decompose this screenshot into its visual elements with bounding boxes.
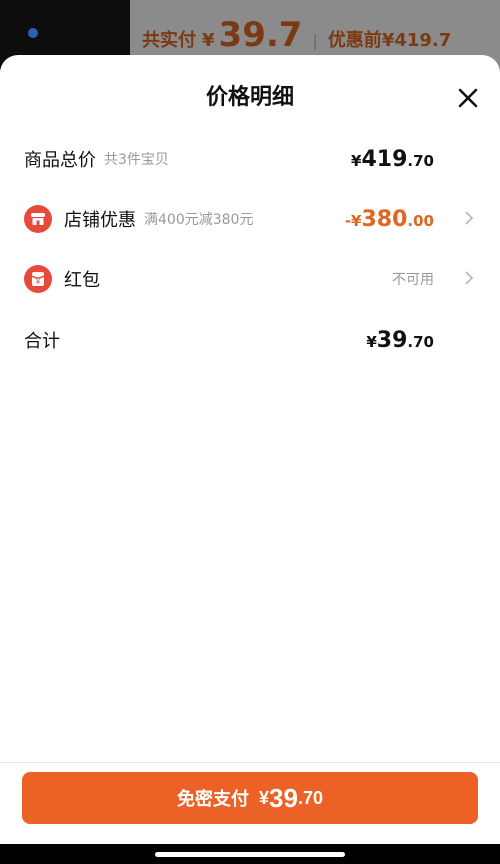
store-discount-hint: 满400元减380元 (144, 212, 254, 228)
pay-button[interactable]: 免密支付 ¥ 39 .70 (22, 772, 478, 824)
store-discount-icon (24, 205, 52, 233)
price-detail-sheet: 价格明细 商品总价 共3件宝贝 ¥ 419 .70 店铺优惠 满400元减380… (0, 55, 500, 864)
background-price-summary: 共实付 ¥ 39.7 | 优惠前 ¥419.7 (142, 18, 451, 58)
row-store-discount[interactable]: 店铺优惠 满400元减380元 -¥ 380 .00 (24, 204, 476, 234)
close-icon (458, 88, 478, 108)
price-decimal: .00 (407, 211, 434, 230)
price-currency: -¥ (344, 211, 362, 230)
price-decimal: .70 (407, 332, 434, 351)
before-discount-label: 优惠前 (327, 30, 382, 51)
chevron-right-icon (465, 271, 474, 285)
pay-decimal: .70 (297, 787, 323, 808)
price-integer: 380 (361, 206, 408, 232)
price-integer: 419 (361, 146, 408, 172)
svg-text:¥: ¥ (36, 278, 41, 286)
price-currency: ¥ (366, 332, 377, 351)
before-discount-amount: ¥419.7 (381, 30, 452, 51)
sum-price: ¥ 39 .70 (366, 328, 434, 353)
pay-currency: ¥ (259, 787, 270, 808)
goods-total-label: 商品总价 (24, 150, 96, 171)
store-discount-label: 店铺优惠 (64, 210, 136, 231)
price-decimal: .70 (407, 151, 434, 170)
red-packet-status: 不可用 (392, 272, 434, 288)
pay-integer: 39 (269, 782, 298, 813)
row-red-packet[interactable]: ¥ 红包 不可用 (24, 264, 476, 294)
pay-label: 免密支付 (177, 789, 250, 809)
summary-separator: | (312, 31, 318, 50)
chevron-right-icon (465, 211, 474, 225)
brand-logo-icon (28, 28, 38, 38)
paid-currency: ¥ (202, 30, 215, 51)
red-packet-label: 红包 (64, 270, 100, 291)
paid-label: 共实付 (142, 30, 196, 51)
footer-divider (0, 762, 500, 763)
price-currency: ¥ (351, 151, 362, 170)
paid-amount: 39.7 (218, 15, 303, 55)
sum-label: 合计 (24, 331, 60, 352)
row-goods-total: 商品总价 共3件宝贝 ¥ 419 .70 (24, 144, 476, 174)
store-discount-price: -¥ 380 .00 (345, 207, 434, 232)
goods-count-hint: 共3件宝贝 (104, 152, 169, 168)
close-button[interactable] (455, 85, 481, 111)
sheet-title: 价格明细 (205, 85, 294, 110)
price-integer: 39 (376, 327, 408, 353)
red-packet-icon: ¥ (24, 265, 52, 293)
home-indicator[interactable] (155, 852, 345, 857)
row-sum: 合计 ¥ 39 .70 (24, 325, 476, 355)
goods-total-price: ¥ 419 .70 (351, 147, 434, 172)
